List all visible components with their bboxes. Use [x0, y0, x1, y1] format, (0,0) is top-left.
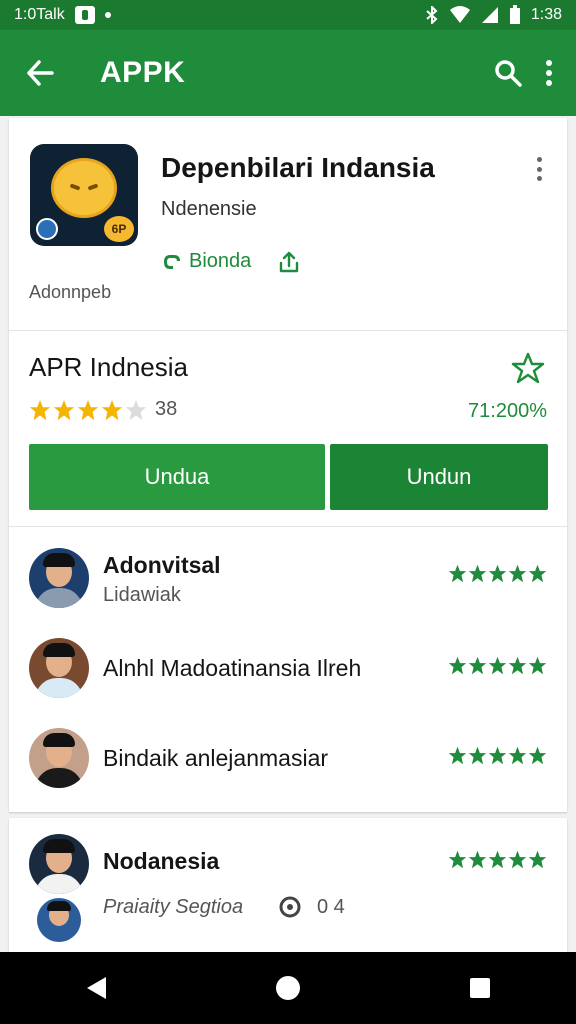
bluetooth-icon [426, 6, 438, 24]
star-icon [125, 399, 147, 420]
reviewer-subtitle: Lidawiak [103, 584, 181, 606]
nav-recents-icon[interactable] [468, 976, 492, 1000]
wifi-icon [449, 6, 470, 23]
secondary-download-button[interactable]: Undun [330, 444, 548, 510]
star-icon [508, 656, 527, 675]
review-meta: Praiaity Segtioa [103, 896, 244, 918]
category-label: Bionda [189, 250, 252, 272]
avatar [29, 548, 89, 608]
reviewer-name: Adonvitsal [103, 552, 221, 578]
signal-icon [481, 7, 498, 23]
star-icon [508, 564, 527, 583]
star-icon [448, 564, 467, 583]
star-icon [488, 746, 507, 765]
star-icon [468, 850, 487, 869]
section-title: APR Indnesia [29, 352, 188, 382]
star-icon [468, 564, 487, 583]
clock-icon [279, 896, 301, 918]
reviewer-name: Bindaik anlejanmasiar [103, 745, 329, 771]
overflow-menu-icon[interactable] [527, 154, 551, 184]
star-icon [53, 399, 75, 420]
star-icon [508, 850, 527, 869]
star-icon [77, 399, 99, 420]
system-nav-bar [0, 952, 576, 1024]
star-icon [528, 746, 547, 765]
app-subtitle: Ndenensie [161, 198, 257, 220]
star-icon [528, 850, 547, 869]
share-icon[interactable] [279, 251, 299, 273]
favorite-star-icon[interactable] [511, 352, 545, 384]
more-vert-icon[interactable] [544, 59, 554, 87]
status-bar: 1:0Talk 1:38 [0, 0, 576, 30]
status-clock: 1:38 [530, 6, 562, 23]
developer-name: Adonnpeb [29, 282, 112, 302]
avatar [29, 728, 89, 788]
review-stars [448, 656, 547, 675]
review-stars [448, 564, 547, 583]
star-icon [448, 656, 467, 675]
star-icon [488, 656, 507, 675]
star-icon [468, 746, 487, 765]
smiley-face-icon [51, 158, 117, 218]
rating-stars [29, 399, 147, 421]
review-item[interactable]: Alnhl Madoatinansia Ilreh [29, 638, 547, 708]
back-arrow-icon [27, 60, 54, 86]
app-icon[interactable]: 6P [30, 144, 138, 246]
reviewer-name: Alnhl Madoatinansia Ilreh [103, 655, 362, 681]
rating-percent: 71:200% [468, 400, 547, 422]
search-icon[interactable] [494, 59, 522, 87]
status-time: 1:0Talk [14, 6, 65, 23]
primary-download-button[interactable]: Undua [29, 444, 325, 510]
badge-right-icon: 6P [104, 216, 134, 242]
star-icon [528, 564, 547, 583]
nav-home-icon[interactable] [275, 975, 301, 1001]
avatar-small [37, 898, 81, 942]
star-icon [448, 850, 467, 869]
avatar [29, 638, 89, 698]
review-card: Nodanesia Praiaity Segtioa 0 4 [9, 818, 567, 952]
star-icon [528, 656, 547, 675]
star-icon [488, 850, 507, 869]
review-stars [448, 850, 547, 869]
notification-icon [74, 6, 95, 24]
rating-row: 38 [29, 398, 177, 421]
avatar [29, 834, 89, 894]
badge-left-icon [36, 218, 58, 240]
star-icon [508, 746, 527, 765]
star-icon [101, 399, 123, 420]
app-name: Depenbilari Indansia [161, 152, 435, 183]
battery-icon [509, 5, 520, 24]
review-item[interactable]: Nodanesia [29, 834, 547, 904]
link-icon [164, 254, 180, 269]
dot-icon [104, 12, 111, 18]
nav-back-icon[interactable] [84, 975, 108, 1001]
rating-count: 38 [155, 398, 178, 420]
divider [9, 330, 567, 331]
reviewer-name: Nodanesia [103, 848, 220, 874]
star-icon [468, 656, 487, 675]
review-stars [448, 746, 547, 765]
star-icon [448, 746, 467, 765]
app-details-card: 6P Depenbilari Indansia Ndenensie Bionda… [9, 118, 567, 812]
app-bar: APPK [0, 30, 576, 116]
review-item[interactable]: Bindaik anlejanmasiar [29, 728, 547, 798]
back-button[interactable] [0, 30, 80, 116]
category-link[interactable]: Bionda [161, 250, 251, 273]
divider [9, 526, 567, 527]
review-count: 0 4 [317, 896, 345, 918]
star-icon [488, 564, 507, 583]
review-item[interactable]: Adonvitsal Lidawiak [29, 548, 547, 618]
star-icon [29, 399, 51, 420]
app-bar-title: APPK [100, 56, 186, 89]
